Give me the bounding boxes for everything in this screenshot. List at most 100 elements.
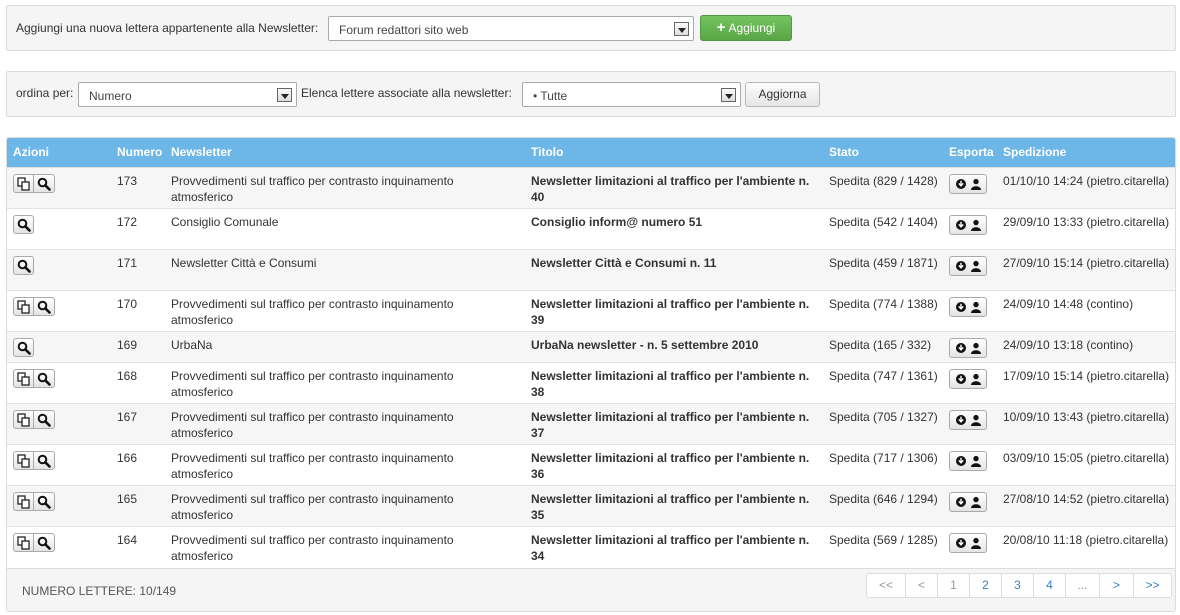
row-actions: [13, 297, 55, 316]
search-icon[interactable]: [34, 174, 55, 193]
header-spedizione[interactable]: Spedizione: [1003, 145, 1066, 159]
cell-stato: Spedita (747 / 1361): [829, 369, 938, 383]
search-icon[interactable]: [13, 338, 34, 357]
export-button[interactable]: [949, 256, 987, 276]
chevron-down-icon: [277, 88, 292, 102]
row-actions: [13, 215, 34, 234]
copy-icon[interactable]: [13, 492, 34, 511]
pagination-item[interactable]: 4: [1033, 574, 1065, 597]
cell-stato: Spedita (774 / 1388): [829, 297, 938, 311]
cell-newsletter: Newsletter Città e Consumi: [171, 256, 317, 270]
copy-icon[interactable]: [13, 174, 34, 193]
export-button[interactable]: [949, 533, 987, 553]
table-row: 172 Consiglio Comunale Consiglio inform@ n…: [7, 208, 1175, 249]
search-icon[interactable]: [34, 410, 55, 429]
export-button[interactable]: [949, 492, 987, 512]
cell-spedizione: 24/09/10 13:18 (contino): [1003, 338, 1134, 352]
pagination: << <1 2 3 4... > >>: [866, 573, 1172, 598]
letters-count: NUMERO LETTERE: 10/149: [22, 584, 177, 598]
header-titolo[interactable]: Titolo: [531, 145, 563, 159]
cell-newsletter: Provvedimenti sul traffico per contrasto…: [171, 297, 454, 327]
row-actions: [13, 492, 55, 511]
copy-icon[interactable]: [13, 369, 34, 388]
header-numero[interactable]: Numero: [117, 145, 162, 159]
table-row: 168 Provvedimenti sul traffico per contra…: [7, 362, 1175, 403]
export-button[interactable]: [949, 451, 987, 471]
export-button[interactable]: [949, 215, 987, 235]
cell-titolo: Newsletter limitazioni al traffico per l…: [531, 451, 810, 481]
cell-spedizione: 03/09/10 15:05 (pietro.citarella): [1003, 451, 1170, 465]
cell-stato: Spedita (542 / 1404): [829, 215, 938, 229]
row-actions: [13, 338, 34, 357]
table-row: 166 Provvedimenti sul traffico per contra…: [7, 444, 1175, 485]
copy-icon[interactable]: [13, 410, 34, 429]
row-actions: [13, 369, 55, 388]
row-actions: [13, 451, 55, 470]
cell-spedizione: 20/08/10 11:18 (pietro.citarella): [1003, 533, 1169, 547]
cell-spedizione: 24/09/10 14:48 (contino): [1003, 297, 1134, 311]
newsletter-select[interactable]: Forum redattori sito web: [328, 16, 694, 41]
chevron-down-icon: [674, 22, 689, 36]
cell-stato: Spedita (705 / 1327): [829, 410, 938, 424]
pagination-item[interactable]: >>: [1133, 574, 1171, 597]
cell-spedizione: 01/10/10 14:24 (pietro.citarella): [1003, 174, 1170, 188]
table-row: 164 Provvedimenti sul traffico per contra…: [7, 526, 1175, 568]
table-row: 167 Provvedimenti sul traffico per contra…: [7, 403, 1175, 444]
add-button[interactable]: + Aggiungi: [700, 15, 792, 41]
cell-numero: 164: [117, 533, 138, 547]
cell-titolo: UrbaNa newsletter - n. 5 settembre 2010: [531, 338, 759, 352]
search-icon[interactable]: [34, 451, 55, 470]
plus-icon: +: [716, 19, 726, 36]
search-icon[interactable]: [34, 369, 55, 388]
row-actions: [13, 256, 34, 275]
table-row: 169 UrbaNa UrbaNa newsletter - n. 5 settem…: [7, 331, 1175, 362]
header-esporta: Esporta: [949, 145, 994, 159]
search-icon[interactable]: [13, 256, 34, 275]
header-stato[interactable]: Stato: [829, 145, 859, 159]
cell-titolo: Newsletter limitazioni al traffico per l…: [531, 369, 810, 399]
export-button[interactable]: [949, 410, 987, 430]
list-filter-select[interactable]: • Tutte: [522, 82, 741, 107]
order-select[interactable]: Numero: [78, 82, 297, 107]
refresh-button[interactable]: Aggiorna: [745, 82, 820, 107]
cell-newsletter: Provvedimenti sul traffico per contrasto…: [171, 533, 454, 563]
cell-newsletter: Provvedimenti sul traffico per contrasto…: [171, 369, 454, 399]
row-actions: [13, 174, 55, 193]
cell-titolo: Newsletter Città e Consumi n. 11: [531, 256, 717, 270]
export-button[interactable]: [949, 338, 987, 358]
pagination-item: <: [905, 574, 937, 597]
copy-icon[interactable]: [13, 297, 34, 316]
copy-icon[interactable]: [13, 533, 34, 552]
pagination-item: <<: [878, 578, 893, 592]
header-newsletter[interactable]: Newsletter: [171, 145, 232, 159]
cell-numero: 168: [117, 369, 138, 383]
search-icon[interactable]: [34, 533, 55, 552]
pagination-item[interactable]: >: [1099, 574, 1133, 597]
list-filter-select-value: • Tutte: [533, 89, 568, 103]
search-icon[interactable]: [34, 297, 55, 316]
cell-titolo: Newsletter limitazioni al traffico per l…: [531, 492, 810, 522]
add-button-label: Aggiungi: [728, 21, 776, 35]
cell-newsletter: Provvedimenti sul traffico per contrasto…: [171, 410, 454, 440]
export-button[interactable]: [949, 174, 987, 194]
pagination-item: ...: [1065, 574, 1099, 597]
cell-numero: 172: [117, 215, 138, 229]
cell-titolo: Newsletter limitazioni al traffico per l…: [531, 297, 810, 327]
export-button[interactable]: [949, 297, 987, 317]
cell-numero: 169: [117, 338, 138, 352]
cell-spedizione: 29/09/10 13:33 (pietro.citarella): [1003, 215, 1170, 229]
cell-numero: 173: [117, 174, 138, 188]
pagination-item[interactable]: 2: [969, 574, 1001, 597]
pagination-item: 1: [937, 574, 969, 597]
cell-newsletter: Provvedimenti sul traffico per contrasto…: [171, 492, 454, 522]
cell-stato: Spedita (459 / 1871): [829, 256, 938, 270]
chevron-down-icon: [721, 88, 736, 102]
search-icon[interactable]: [13, 215, 34, 234]
search-icon[interactable]: [34, 492, 55, 511]
order-label: ordina per:: [16, 86, 74, 100]
copy-icon[interactable]: [13, 451, 34, 470]
export-button[interactable]: [949, 369, 987, 389]
pagination-item[interactable]: 3: [1001, 574, 1033, 597]
table-row: 165 Provvedimenti sul traffico per contra…: [7, 485, 1175, 526]
list-filter-label: Elenca lettere associate alla newsletter…: [301, 86, 512, 100]
